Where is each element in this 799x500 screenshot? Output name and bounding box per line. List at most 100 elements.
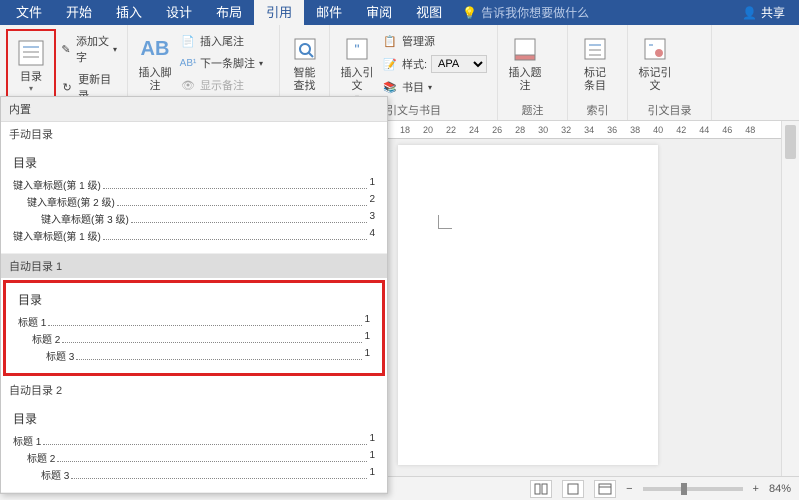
caption-label: 插入题注 <box>504 67 546 93</box>
next-icon: AB¹ <box>180 55 196 71</box>
footnote-label: 插入脚注 <box>134 67 176 93</box>
person-icon: 👤 <box>742 6 757 20</box>
bibliography-button[interactable]: 📚书目▾ <box>378 77 491 97</box>
caption-icon <box>509 33 541 65</box>
ruler-tick: 40 <box>653 125 663 135</box>
preview-heading: 目录 <box>13 154 375 171</box>
manage-icon: 📋 <box>382 33 398 49</box>
style-label: 样式: <box>402 56 427 72</box>
manage-sources-button[interactable]: 📋管理源 <box>378 31 491 51</box>
ruler-tick: 36 <box>607 125 617 135</box>
next-label: 下一条脚注 <box>200 55 255 71</box>
zoom-out-button[interactable]: − <box>626 483 632 495</box>
chevron-down-icon: ▾ <box>113 45 117 54</box>
ruler-tick: 24 <box>469 125 479 135</box>
zoom-slider[interactable] <box>643 487 743 491</box>
tab-插入[interactable]: 插入 <box>104 0 154 25</box>
document-page[interactable] <box>398 145 658 465</box>
tab-设计[interactable]: 设计 <box>154 0 204 25</box>
tab-审阅[interactable]: 审阅 <box>354 0 404 25</box>
biblio-icon: 📚 <box>382 79 398 95</box>
tab-引用[interactable]: 引用 <box>254 0 304 25</box>
tell-me-search[interactable]: 💡 告诉我你想要做什么 <box>462 4 589 21</box>
ruler-tick: 22 <box>446 125 456 135</box>
group-title-caption: 题注 <box>498 102 567 118</box>
manual-toc-preview[interactable]: 目录 键入章标题(第 1 级)1 键入章标题(第 2 级)2 键入章标题(第 3 级… <box>1 146 387 254</box>
update-icon: ↻ <box>60 79 74 95</box>
toc-line: 标题 31 <box>13 467 375 482</box>
share-label: 共享 <box>761 4 785 21</box>
auto-toc-1-option[interactable]: 自动目录 1 <box>1 254 387 278</box>
manage-label: 管理源 <box>402 33 435 49</box>
endnote-icon: 📄 <box>180 33 196 49</box>
ribbon-group-caption: 插入题注 题注 <box>498 25 568 120</box>
citation-label: 插入引文 <box>336 67 378 93</box>
view-web-button[interactable] <box>594 480 616 498</box>
auto-toc-2-option[interactable]: 自动目录 2 <box>1 378 387 402</box>
lightbulb-icon: 💡 <box>462 6 477 20</box>
ruler-tick: 32 <box>561 125 571 135</box>
auto-toc-2-preview[interactable]: 目录 标题 11标题 21标题 31 <box>1 402 387 493</box>
index-icon <box>579 33 611 65</box>
footnote-icon: AB <box>139 33 171 65</box>
style-dropdown[interactable]: APA <box>431 55 487 73</box>
lookup-icon <box>289 33 321 65</box>
ribbon-group-index: 标记 条目 索引 <box>568 25 628 120</box>
ruler-tick: 48 <box>745 125 755 135</box>
toc-line: 标题 11 <box>13 433 375 448</box>
toc-line: 标题 11 <box>18 314 370 329</box>
ruler-tick: 26 <box>492 125 502 135</box>
style-select[interactable]: 📝样式:APA <box>378 53 491 75</box>
toc-line: 键入章标题(第 2 级)2 <box>13 194 375 209</box>
horizontal-ruler[interactable]: 18202224262830323436384042444648 <box>388 121 781 139</box>
tab-文件[interactable]: 文件 <box>4 0 54 25</box>
toc-button[interactable]: 目录 ▾ <box>10 33 52 93</box>
lookup-label: 智能 查找 <box>294 67 316 93</box>
tab-开始[interactable]: 开始 <box>54 0 104 25</box>
toa-icon <box>639 33 671 65</box>
toc-line: 键入章标题(第 3 级)3 <box>13 211 375 226</box>
index-label: 标记 条目 <box>584 67 606 93</box>
zoom-level[interactable]: 84% <box>769 483 791 495</box>
preview-heading: 目录 <box>18 291 370 308</box>
toc-line: 标题 31 <box>18 348 370 363</box>
vertical-scrollbar[interactable] <box>781 121 799 476</box>
show-icon: 👁 <box>180 77 196 93</box>
manual-toc-option[interactable]: 手动目录 <box>1 122 387 146</box>
zoom-in-button[interactable]: + <box>753 483 759 495</box>
add-text-button[interactable]: ✎添加文字▾ <box>56 31 121 67</box>
auto-toc-1-preview[interactable]: 目录 标题 11 标题 21 标题 31 <box>3 280 385 376</box>
chevron-down-icon: ▾ <box>29 84 33 93</box>
share-button[interactable]: 👤 共享 <box>732 4 795 21</box>
citation-icon: " <box>341 33 373 65</box>
scrollbar-thumb[interactable] <box>785 125 796 159</box>
toc-icon <box>15 37 47 69</box>
toc-dropdown: 内置 手动目录 目录 键入章标题(第 1 级)1键入章标题(第 2 级)2键入章… <box>0 96 388 494</box>
ruler-tick: 42 <box>676 125 686 135</box>
tab-邮件[interactable]: 邮件 <box>304 0 354 25</box>
next-footnote-button[interactable]: AB¹下一条脚注 ▾ <box>176 53 267 73</box>
toc-label: 目录 <box>20 71 42 84</box>
zoom-handle[interactable] <box>681 483 687 495</box>
menu-tabs: 文件开始插入设计布局引用邮件审阅视图 <box>4 0 454 25</box>
ruler-tick: 46 <box>722 125 732 135</box>
style-icon: 📝 <box>382 56 398 72</box>
preview-heading: 目录 <box>13 410 375 427</box>
svg-text:": " <box>354 41 359 57</box>
ruler-tick: 44 <box>699 125 709 135</box>
toc-line: 标题 21 <box>18 331 370 346</box>
menubar: 文件开始插入设计布局引用邮件审阅视图 💡 告诉我你想要做什么 👤 共享 <box>0 0 799 25</box>
toc-line: 键入章标题(第 1 级)1 <box>13 177 375 192</box>
tab-视图[interactable]: 视图 <box>404 0 454 25</box>
view-print-button[interactable] <box>562 480 584 498</box>
ruler-tick: 30 <box>538 125 548 135</box>
ruler-tick: 38 <box>630 125 640 135</box>
search-placeholder: 告诉我你想要做什么 <box>481 4 589 21</box>
tab-布局[interactable]: 布局 <box>204 0 254 25</box>
toa-label: 标记引文 <box>634 67 676 93</box>
ruler-tick: 18 <box>400 125 410 135</box>
insert-endnote-button[interactable]: 📄插入尾注 <box>176 31 267 51</box>
view-read-button[interactable] <box>530 480 552 498</box>
chevron-down-icon: ▾ <box>259 59 263 68</box>
document-area: 18202224262830323436384042444648 <box>388 121 781 476</box>
